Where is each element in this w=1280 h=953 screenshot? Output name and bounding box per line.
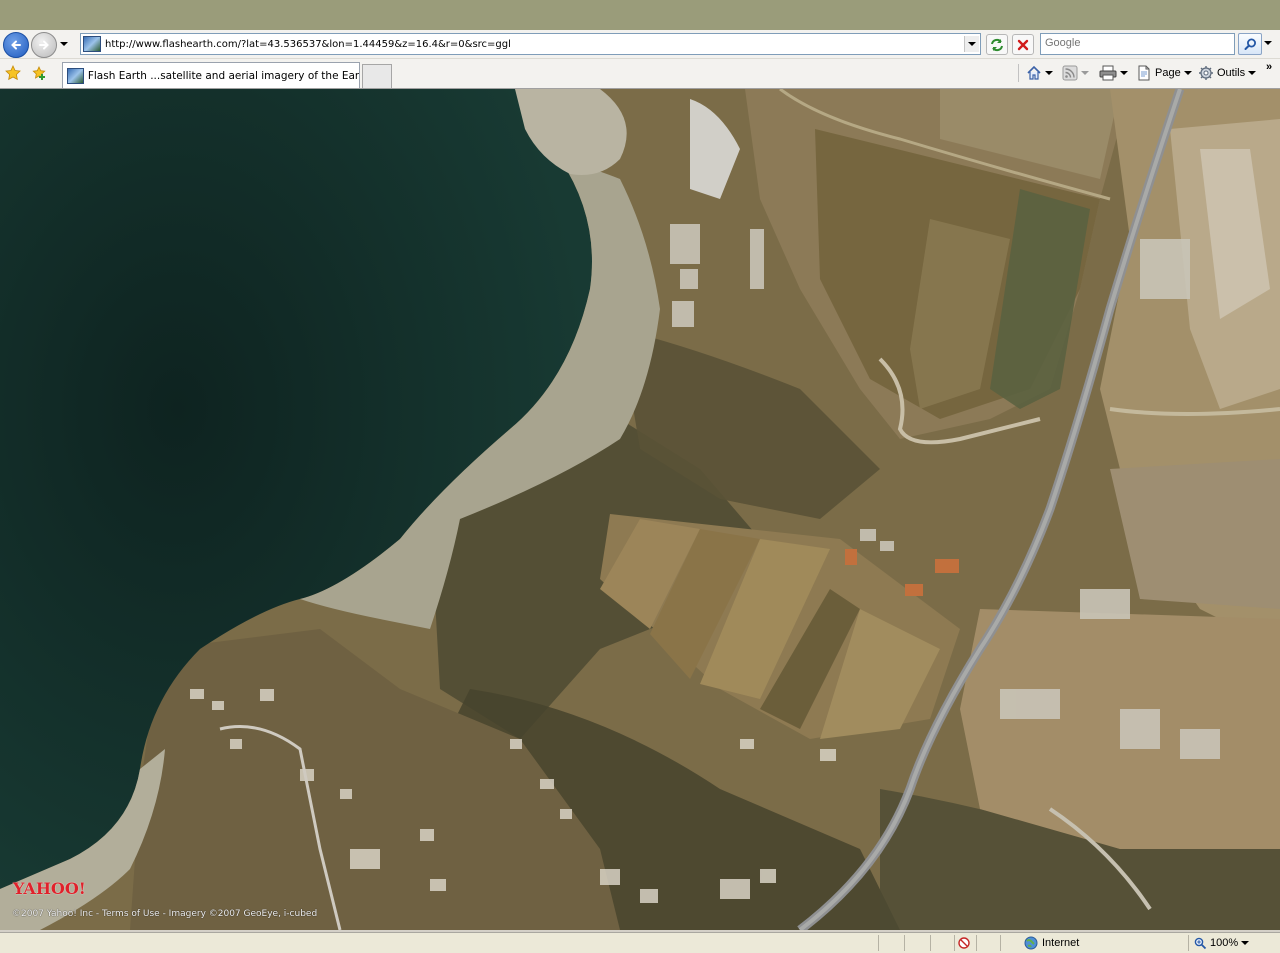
chevron-down-icon	[1120, 71, 1128, 75]
chevron-down-icon	[968, 42, 976, 46]
chevron-down-icon	[1183, 71, 1192, 75]
add-to-favorites-button[interactable]	[30, 64, 48, 82]
status-bar: Internet 100%	[0, 932, 1280, 953]
search-input[interactable]	[1041, 34, 1234, 52]
recent-pages-dropdown[interactable]	[59, 38, 69, 50]
home-button[interactable]	[1026, 63, 1053, 83]
chevron-down-icon	[1264, 41, 1272, 45]
satellite-imagery	[0, 89, 1280, 930]
window-title-strip	[0, 0, 1280, 31]
new-tab-button[interactable]	[362, 64, 392, 88]
chevron-down-icon	[1081, 71, 1089, 75]
home-icon	[1027, 65, 1041, 80]
gear-icon	[1199, 66, 1213, 80]
chevron-down-icon	[1241, 941, 1250, 945]
security-zone[interactable]: Internet	[1024, 935, 1079, 951]
status-cell	[878, 935, 903, 951]
zone-label: Internet	[1042, 937, 1080, 949]
address-dropdown[interactable]	[964, 36, 979, 52]
status-cell	[1000, 935, 1021, 951]
tab-title: Flash Earth ...satellite and aerial imag…	[87, 69, 359, 82]
chevron-down-icon	[60, 42, 68, 46]
tab-flash-earth[interactable]: Flash Earth ...satellite and aerial imag…	[62, 62, 360, 88]
favorites-star-icon	[5, 65, 21, 81]
tools-menu-label: Outils	[1217, 67, 1246, 79]
site-favicon-icon	[67, 67, 84, 84]
navigation-bar: http://www.flashearth.com/?lat=43.536537…	[0, 30, 1280, 59]
feeds-button[interactable]	[1062, 63, 1089, 83]
security-warning-icon	[958, 937, 970, 949]
site-favicon-icon	[83, 36, 101, 52]
page-menu[interactable]: Page	[1136, 63, 1192, 83]
forward-arrow-icon	[39, 40, 49, 50]
refresh-button[interactable]	[986, 34, 1008, 55]
forward-button[interactable]	[31, 32, 57, 58]
print-button[interactable]	[1099, 63, 1128, 83]
status-cell	[904, 935, 929, 951]
zoom-label: 100%	[1210, 937, 1239, 949]
zoom-control[interactable]: 100%	[1194, 935, 1250, 951]
chevron-down-icon	[1248, 71, 1257, 75]
search-provider-dropdown[interactable]	[1262, 33, 1274, 53]
yahoo-logo[interactable]: YAHOO!	[13, 879, 86, 898]
favorites-button[interactable]	[4, 64, 22, 82]
status-cell	[930, 935, 955, 951]
back-button[interactable]	[3, 32, 29, 58]
printer-icon	[1099, 65, 1117, 81]
page-menu-label: Page	[1155, 67, 1181, 79]
address-url[interactable]: http://www.flashearth.com/?lat=43.536537…	[105, 39, 964, 50]
status-cell	[976, 935, 1001, 951]
search-box[interactable]	[1040, 33, 1235, 55]
map-attribution[interactable]: ©2007 Yahoo! Inc - Terms of Use - Imager…	[12, 909, 317, 919]
address-bar[interactable]: http://www.flashearth.com/?lat=43.536537…	[80, 33, 981, 55]
zoom-icon	[1194, 937, 1207, 949]
toolbar-separator	[1018, 64, 1019, 82]
satellite-map[interactable]: YAHOO! ©2007 Yahoo! Inc - Terms of Use -…	[0, 89, 1280, 930]
stop-icon	[1017, 39, 1029, 50]
back-arrow-icon	[11, 40, 21, 50]
add-favorites-icon	[32, 66, 46, 80]
tools-menu[interactable]: Outils	[1198, 63, 1257, 83]
toolbar-overflow-button[interactable]: »	[1266, 61, 1272, 73]
refresh-icon	[991, 38, 1003, 51]
rss-feed-icon	[1062, 65, 1078, 81]
chevron-down-icon	[1045, 71, 1053, 75]
page-icon	[1138, 65, 1150, 81]
search-button[interactable]	[1238, 33, 1262, 55]
stop-button[interactable]	[1012, 34, 1034, 55]
search-icon	[1244, 38, 1256, 50]
protected-mode-cell[interactable]	[954, 935, 973, 951]
globe-icon	[1024, 936, 1038, 950]
tab-command-bar: Flash Earth ...satellite and aerial imag…	[0, 59, 1280, 89]
